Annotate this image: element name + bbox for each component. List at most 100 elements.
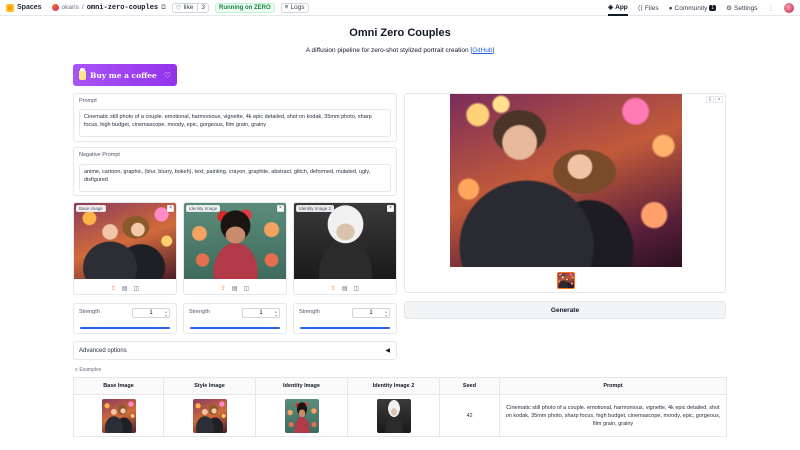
identity-2-strength-slider: Strength 1 ▴ ▾ bbox=[293, 303, 397, 334]
negative-prompt-input[interactable]: anime, cartoon, graphic, (blur, blurry, … bbox=[79, 164, 391, 192]
webcam-icon[interactable]: ◫ bbox=[244, 285, 250, 292]
spinner-icon[interactable]: ▴ ▾ bbox=[275, 310, 277, 318]
webcam-icon[interactable]: ◫ bbox=[354, 285, 360, 292]
hf-logo-icon bbox=[6, 3, 14, 12]
base-image-upload[interactable]: Base image × ⇪ ▤ ◫ bbox=[73, 202, 177, 295]
example-style-image bbox=[192, 398, 227, 433]
identity-strength-slider: Strength 1 ▴ ▾ bbox=[183, 303, 287, 334]
heart-icon: ♡ bbox=[175, 4, 182, 12]
tab-files-label: Files bbox=[644, 4, 659, 12]
repo-name[interactable]: omni-zero-couples bbox=[87, 4, 158, 12]
brand-label: Spaces bbox=[17, 4, 42, 11]
example-identity-image bbox=[284, 398, 319, 433]
advanced-options-accordion[interactable]: Advanced options ◀ bbox=[73, 341, 397, 360]
prompt-label: Prompt bbox=[79, 98, 97, 104]
identity-image-2-label: Identity Image 2 bbox=[296, 205, 335, 212]
strength-label: Strength bbox=[299, 309, 320, 315]
like-label: like bbox=[183, 4, 194, 11]
github-link[interactable]: GitHub bbox=[472, 47, 492, 54]
upload-icon[interactable]: ⇪ bbox=[221, 285, 226, 292]
base-image-label: Base image bbox=[76, 205, 106, 212]
community-icon: ● bbox=[668, 4, 673, 12]
example-prompt: Cinematic still photo of a couple. emoti… bbox=[499, 394, 727, 437]
coffee-label: Buy me a coffee bbox=[90, 70, 157, 80]
upload-icon[interactable]: ⇪ bbox=[111, 285, 116, 292]
webcam-icon[interactable]: ◫ bbox=[134, 285, 140, 292]
col-base-image: Base Image bbox=[73, 377, 164, 395]
owner-avatar bbox=[51, 4, 59, 11]
owner-link[interactable]: okaris bbox=[62, 4, 79, 11]
heart-icon: ♡ bbox=[163, 70, 171, 80]
image-tools: ⇪ ▤ ◫ bbox=[294, 285, 396, 292]
logs-icon: ≡ bbox=[284, 4, 289, 11]
output-gallery: ⇩ × bbox=[404, 93, 726, 293]
spaces-logo[interactable]: Spaces bbox=[6, 3, 42, 12]
clipboard-icon[interactable]: ▤ bbox=[232, 285, 238, 292]
strength-number-input[interactable]: 1 ▴ ▾ bbox=[242, 308, 280, 318]
app-icon: ◈ bbox=[608, 4, 614, 11]
coffee-cup-icon bbox=[79, 67, 86, 80]
close-icon[interactable]: × bbox=[277, 205, 284, 212]
spinner-icon[interactable]: ▴ ▾ bbox=[385, 310, 387, 318]
slider-track[interactable] bbox=[80, 327, 170, 329]
top-nav: ◈ App ⟨⟩ Files ● Community 1 ⚙ Settings … bbox=[608, 0, 794, 16]
gear-icon: ⚙ bbox=[726, 5, 732, 12]
buy-coffee-button[interactable]: Buy me a coffee ♡ bbox=[73, 64, 177, 86]
tab-app-label: App bbox=[615, 3, 628, 11]
identity-image-2-upload[interactable]: Identity Image 2 × ⇪ ▤ ◫ bbox=[293, 202, 397, 295]
example-row[interactable]: 42 Cinematic still photo of a couple. em… bbox=[73, 394, 727, 437]
more-menu-icon[interactable]: ⋮ bbox=[768, 4, 775, 12]
generate-button[interactable]: Generate bbox=[404, 301, 726, 319]
close-icon[interactable]: × bbox=[167, 205, 174, 212]
identity-image-2 bbox=[294, 203, 396, 279]
slider-track[interactable] bbox=[190, 327, 280, 329]
like-count: 3 bbox=[197, 4, 205, 11]
slider-track[interactable] bbox=[300, 327, 390, 329]
strength-number-input[interactable]: 1 ▴ ▾ bbox=[352, 308, 390, 318]
copy-icon[interactable]: ⧉ bbox=[161, 4, 166, 12]
col-identity-image-2: Identity Image 2 bbox=[347, 377, 440, 395]
subtitle-text: A diffusion pipeline for zero-shot styli… bbox=[305, 47, 469, 54]
col-identity-image: Identity Image bbox=[255, 377, 348, 395]
like-button[interactable]: ♡ like 3 bbox=[171, 2, 209, 13]
tab-files[interactable]: ⟨⟩ Files bbox=[638, 0, 659, 16]
examples-label: ≡ Examples bbox=[75, 367, 102, 373]
example-style-image-cell bbox=[163, 394, 256, 437]
col-seed: Seed bbox=[439, 377, 500, 395]
col-style-image: Style Image bbox=[163, 377, 256, 395]
slider-fill bbox=[190, 327, 280, 329]
tab-app[interactable]: ◈ App bbox=[608, 0, 628, 16]
close-icon[interactable]: × bbox=[715, 96, 723, 103]
output-image[interactable] bbox=[450, 94, 682, 267]
clipboard-icon[interactable]: ▤ bbox=[342, 285, 348, 292]
gallery-thumbnail[interactable] bbox=[557, 272, 575, 289]
top-bar: Spaces okaris / omni-zero-couples ⧉ ♡ li… bbox=[0, 0, 800, 16]
image-tools: ⇪ ▤ ◫ bbox=[74, 285, 176, 292]
prompt-input[interactable]: Cinematic still photo of a couple. emoti… bbox=[79, 109, 391, 137]
example-identity-image-2-cell bbox=[347, 394, 440, 437]
files-icon: ⟨⟩ bbox=[637, 5, 643, 12]
download-icon[interactable]: ⇩ bbox=[706, 96, 714, 103]
logs-label: Logs bbox=[290, 4, 305, 11]
strength-value: 1 bbox=[149, 310, 153, 316]
tab-community[interactable]: ● Community 1 bbox=[669, 0, 717, 16]
negative-prompt-panel: Negative Prompt anime, cartoon, graphic,… bbox=[73, 147, 397, 196]
base-image bbox=[74, 203, 176, 279]
advanced-options-label: Advanced options bbox=[79, 348, 127, 354]
user-avatar[interactable] bbox=[784, 3, 794, 13]
tab-settings-label: Settings bbox=[734, 4, 758, 12]
slider-fill bbox=[80, 327, 170, 329]
community-badge: 1 bbox=[709, 5, 717, 11]
logs-button[interactable]: ≡ Logs bbox=[280, 2, 309, 13]
page-subtitle: A diffusion pipeline for zero-shot styli… bbox=[305, 47, 495, 54]
strength-number-input[interactable]: 1 ▴ ▾ bbox=[132, 308, 170, 318]
upload-icon[interactable]: ⇪ bbox=[331, 285, 336, 292]
example-seed: 42 bbox=[439, 394, 500, 437]
identity-image-upload[interactable]: Identity Image × ⇪ ▤ ◫ bbox=[183, 202, 287, 295]
tab-community-label: Community bbox=[674, 4, 708, 12]
clipboard-icon[interactable]: ▤ bbox=[122, 285, 128, 292]
close-icon[interactable]: × bbox=[387, 205, 394, 212]
spinner-icon[interactable]: ▴ ▾ bbox=[165, 310, 167, 318]
tab-settings[interactable]: ⚙ Settings bbox=[726, 0, 757, 16]
example-base-image-cell bbox=[73, 394, 164, 437]
